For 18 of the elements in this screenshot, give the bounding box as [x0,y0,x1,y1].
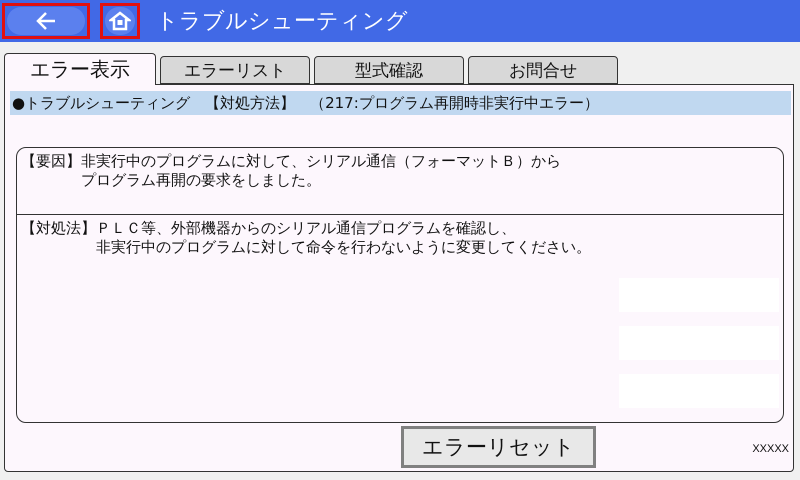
home-button[interactable] [105,7,135,35]
cause-label: 【要因】 [21,152,81,172]
remedy-label: 【対処法】 [21,219,96,239]
tab[interactable]: お問合せ [468,56,618,84]
back-button[interactable] [7,7,85,35]
tab[interactable]: 型式確認 [314,56,464,84]
cause-text: 非実行中のプログラムに対して、シリアル通信（フォーマットＢ）から [81,152,562,171]
remedy-text: 非実行中のプログラムに対して命令を行わないように変更してください。 [96,238,592,257]
tab[interactable]: エラー表示 [4,53,156,85]
cause-text: プログラム再開の要求をしました。 [81,171,322,190]
back-arrow-icon [35,11,57,31]
tab[interactable]: エラーリスト [160,56,310,84]
screen-code: XXXXX [752,443,789,455]
screen-title: トラブルシューティング [156,8,408,36]
section-heading: ●トラブルシューティング 【対処方法】 （217:プログラム再開時非実行中エラー） [10,91,791,115]
home-icon [109,11,131,31]
remedy-text: ＰＬＣ等、外部機器からのシリアル通信プログラムを確認し、 [96,219,517,238]
error-reset-button[interactable]: エラーリセット [401,426,596,468]
